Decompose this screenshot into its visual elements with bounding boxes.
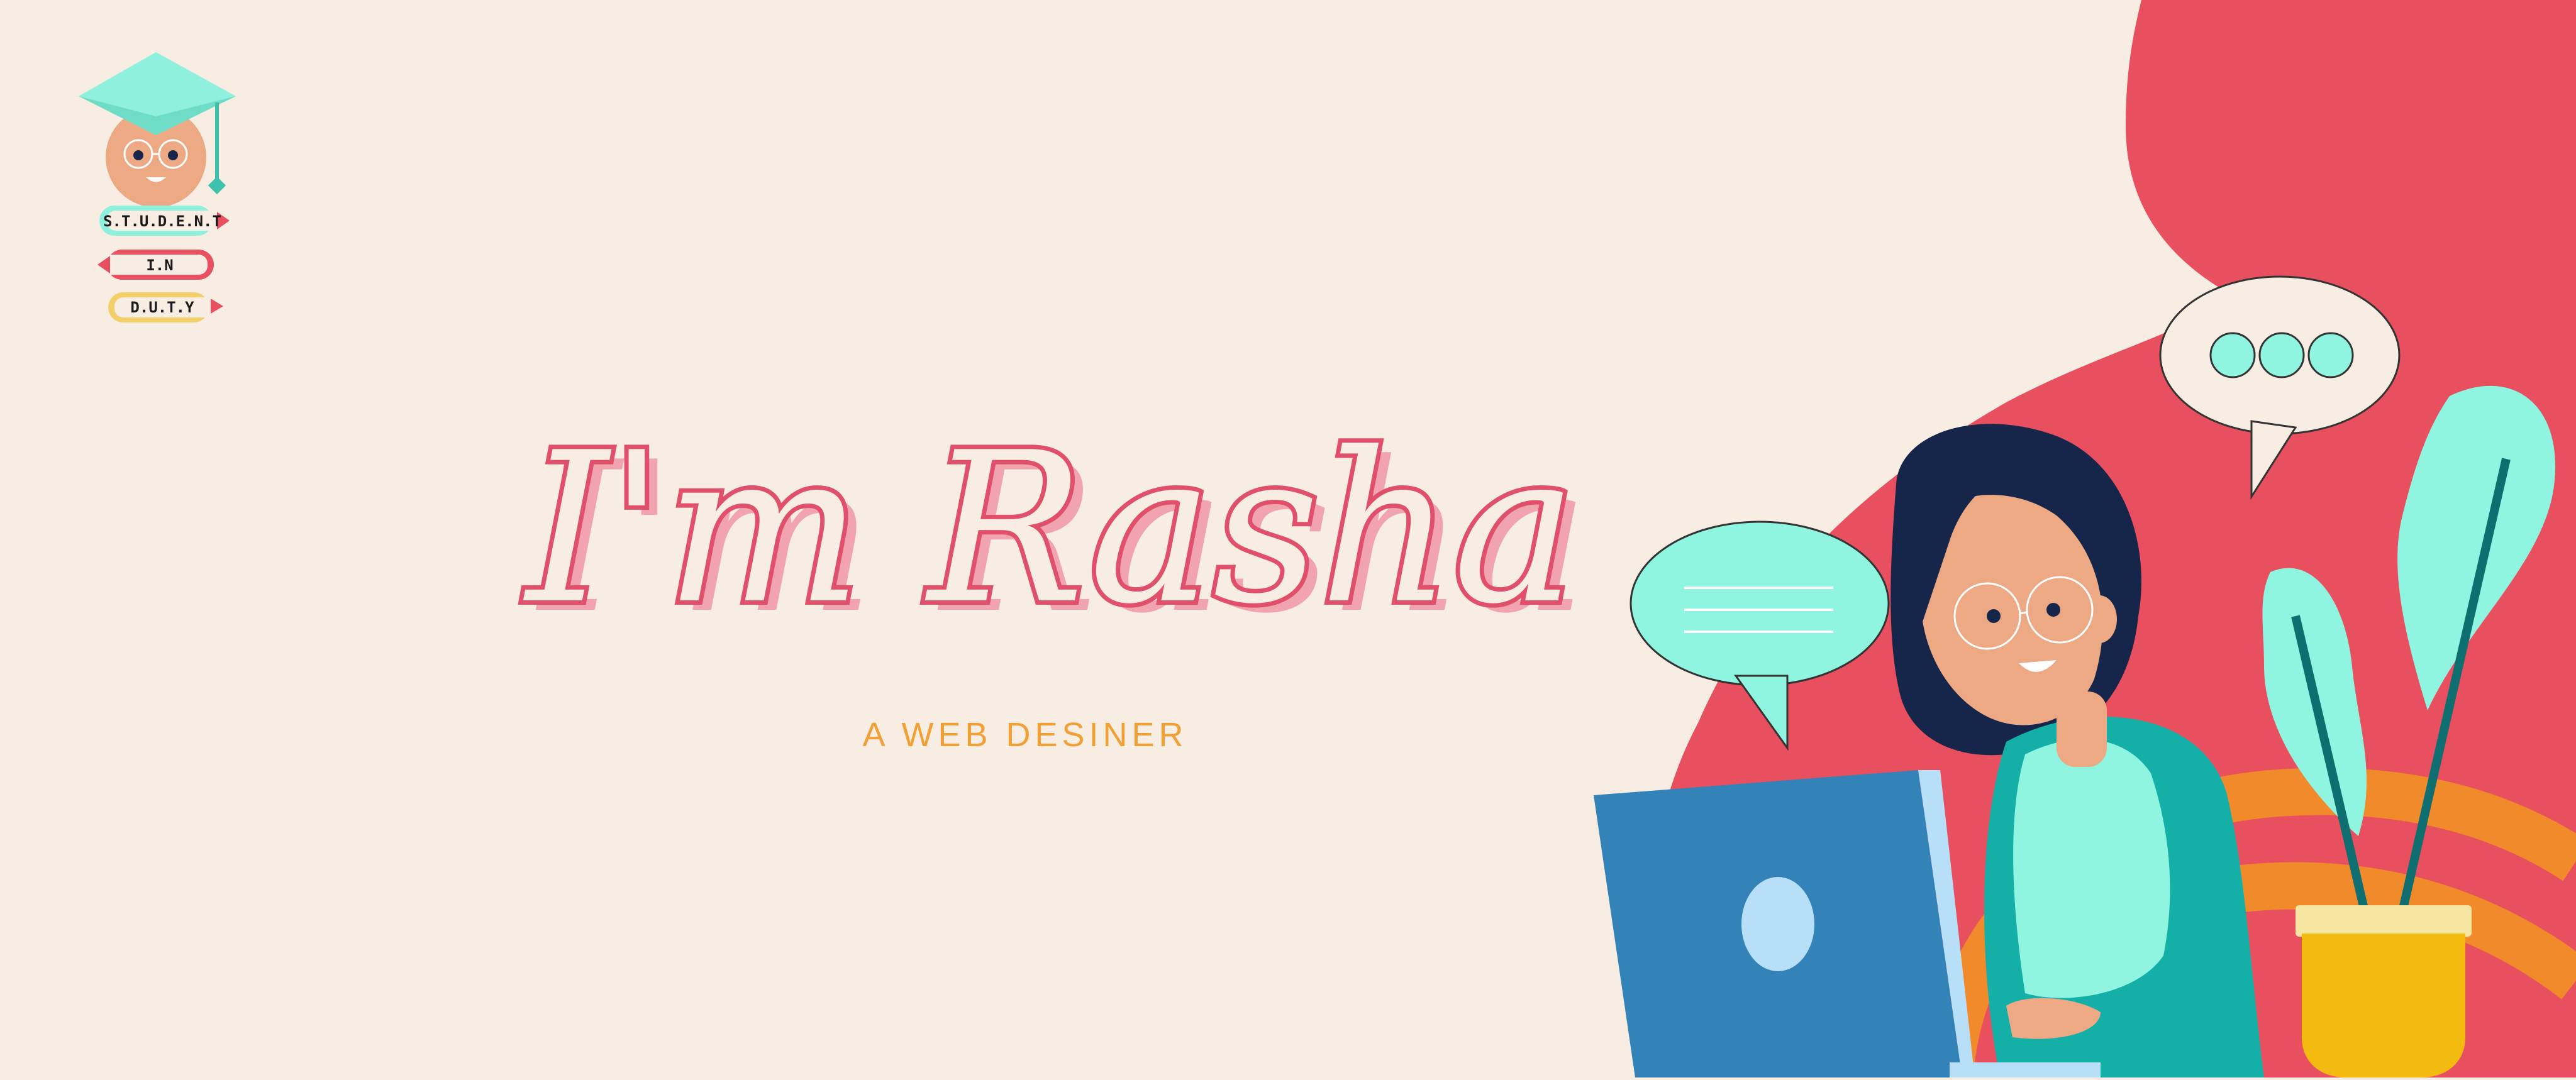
woman-at-laptop-illustration	[1572, 0, 2576, 1080]
logo-line-in: I.N	[146, 256, 173, 274]
headline-text: I'm Rasha	[523, 408, 1577, 649]
logo-line-student: S.T.U.D.E.N.T	[103, 212, 221, 230]
hero-subtitle: A WEB DESINER	[862, 716, 1188, 754]
logo-line-duty: D.U.T.Y	[130, 299, 194, 316]
graduate-avatar-icon: S.T.U.D.E.N.T I.N D.U.T.Y	[79, 52, 236, 322]
hero-headline: I'm Rasha I'm Rasha	[519, 383, 1589, 679]
student-in-duty-logo: S.T.U.D.E.N.T I.N D.U.T.Y	[75, 47, 245, 324]
